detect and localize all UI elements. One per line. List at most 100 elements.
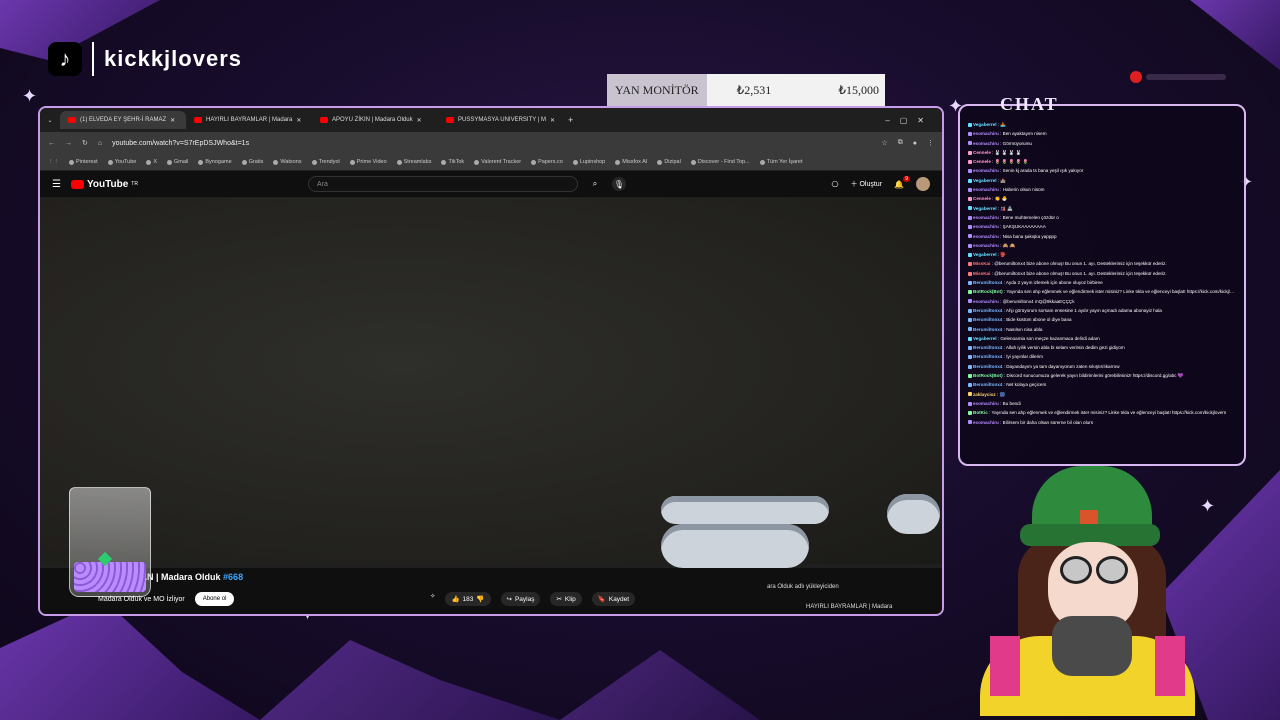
- chat-username[interactable]: Berumiltonx4: [973, 327, 1002, 332]
- share-button[interactable]: ↪ Paylaş: [500, 592, 541, 606]
- chat-message: esomachiru : 🙈 🙉: [968, 241, 1236, 250]
- bookmark-item[interactable]: Watsons: [273, 159, 302, 165]
- close-icon[interactable]: ✕: [550, 117, 555, 124]
- chat-username[interactable]: zaklaycioz: [973, 392, 996, 397]
- chat-text: : Bilirsem bir daha olsan sürerne bil ol…: [998, 419, 1094, 425]
- chat-username[interactable]: Berumiltonx4: [973, 280, 1002, 285]
- url-field[interactable]: youtube.com/watch?v=S7rEpDSJWho&t=1s: [112, 140, 871, 147]
- profile-icon[interactable]: ●: [913, 140, 917, 147]
- subscribe-button[interactable]: Abone ol: [194, 592, 235, 606]
- bookmark-item[interactable]: Pinterest: [69, 159, 98, 165]
- up-next-title[interactable]: HAYIRLI BAYRAMLAR | Madara: [806, 604, 892, 610]
- avatar-jacket-stripe: [990, 636, 1020, 696]
- video-number[interactable]: #668: [223, 572, 243, 582]
- chat-username[interactable]: BotRock(Bot): [973, 289, 1003, 294]
- bookmark-item[interactable]: X: [146, 159, 157, 165]
- chat-username[interactable]: Cennele: [973, 150, 991, 155]
- notifications-icon[interactable]: 🔔 9: [894, 175, 910, 189]
- bookmark-item[interactable]: TikTok: [441, 159, 464, 165]
- bookmark-item[interactable]: Valorent Tracker: [474, 159, 521, 165]
- chat-username[interactable]: esomachiru: [973, 401, 999, 406]
- window-controls[interactable]: –▢✕: [885, 116, 934, 125]
- hamburger-menu-icon[interactable]: ☰: [52, 179, 61, 190]
- close-icon[interactable]: ✕: [417, 117, 422, 124]
- bookmark-item[interactable]: Trendyol: [311, 159, 340, 165]
- like-button[interactable]: 👍 183 👎: [445, 592, 491, 606]
- bookmark-item[interactable]: Streamlabs: [396, 159, 431, 165]
- search-icon[interactable]: ⌕: [588, 177, 602, 191]
- chat-username[interactable]: esomachiru: [973, 420, 999, 425]
- chat-username[interactable]: Vegaberrel: [973, 336, 997, 341]
- bookmark-item[interactable]: Discover - Find Top...: [690, 159, 750, 165]
- chat-username[interactable]: esomachiru: [973, 234, 999, 239]
- chat-username[interactable]: Berumiltonx4: [973, 317, 1002, 322]
- bookmark-item[interactable]: Prime Video: [349, 159, 387, 165]
- chat-username[interactable]: Berumiltonx4: [973, 382, 1002, 387]
- back-icon[interactable]: ←: [48, 140, 55, 147]
- tab-3[interactable]: APOYU ZİKIN | Madara Olduk ✕: [312, 111, 438, 129]
- microphone-icon[interactable]: 🎙: [611, 177, 626, 191]
- bookmark-item[interactable]: Lupinshop: [572, 159, 605, 165]
- chat-username[interactable]: esomachiru: [973, 243, 999, 248]
- bookmark-item[interactable]: Bynogame: [198, 159, 232, 165]
- tab-1[interactable]: (1) ELVEDA EY ŞEHR-İ RAMAZ ✕: [60, 111, 186, 129]
- chat-username[interactable]: Berumiltonx4: [973, 354, 1002, 359]
- new-tab-icon[interactable]: +: [568, 115, 573, 125]
- chat-username[interactable]: MissKai: [973, 271, 990, 276]
- chat-username[interactable]: BotRock(Bot): [973, 373, 1003, 378]
- bookmark-item[interactable]: Tüm Yer İşaret: [759, 159, 802, 165]
- bookmark-star-icon[interactable]: ☆: [881, 139, 887, 147]
- chat-username[interactable]: Cennele: [973, 196, 991, 201]
- chat-username[interactable]: Vegaberrel: [973, 178, 997, 183]
- thumbs-down-icon[interactable]: 👎: [476, 595, 484, 603]
- chat-username[interactable]: Vegaberrel: [973, 122, 997, 127]
- youtube-play-icon: [70, 179, 84, 189]
- chat-username[interactable]: Berumiltonx4: [973, 308, 1002, 313]
- reload-icon[interactable]: ↻: [82, 139, 88, 147]
- bookmark-item[interactable]: Papers.co: [531, 159, 563, 165]
- cast-icon[interactable]: ⎔: [832, 180, 839, 189]
- ai-icon[interactable]: ✧: [430, 592, 435, 606]
- forward-icon[interactable]: →: [65, 140, 72, 147]
- bookmark-item[interactable]: Gratis: [241, 159, 263, 165]
- chat-username[interactable]: MissKai: [973, 261, 990, 266]
- avatar[interactable]: [916, 177, 930, 191]
- chat-username[interactable]: esomachiru: [973, 215, 999, 220]
- chat-username[interactable]: Vegaberrel: [973, 206, 997, 211]
- menu-icon[interactable]: ⋮: [927, 139, 934, 147]
- video-player[interactable]: [40, 198, 942, 614]
- extensions-icon[interactable]: ⧉: [898, 139, 903, 147]
- chat-username[interactable]: esomachiru: [973, 168, 999, 173]
- youtube-logo[interactable]: YouTube TR: [70, 179, 138, 190]
- bookmark-item[interactable]: Missfox AI: [615, 159, 647, 165]
- chat-username[interactable]: Vegaberrel: [973, 252, 997, 257]
- chat-username[interactable]: Cennele: [973, 159, 991, 164]
- tab-4[interactable]: PUSSYMASYA UNIVERSITY | M ✕: [438, 111, 564, 129]
- apps-icon[interactable]: ⋮⋮: [48, 159, 59, 165]
- chat-username[interactable]: esomachiru: [973, 141, 999, 146]
- user-badge-icon: [968, 252, 972, 257]
- close-icon[interactable]: ✕: [296, 117, 301, 124]
- search-input[interactable]: Ara: [307, 176, 578, 192]
- chat-username[interactable]: esomachiru: [973, 299, 999, 304]
- youtube-favicon-icon: [320, 117, 328, 123]
- close-icon[interactable]: ✕: [170, 117, 175, 124]
- brand: ♪ kickkjlovers: [48, 42, 242, 76]
- up-next-uploader[interactable]: ara Olduk adlı yükleyiciden: [767, 584, 839, 590]
- home-icon[interactable]: ⌂: [98, 140, 102, 147]
- bookmark-item[interactable]: Gmail: [167, 159, 188, 165]
- chat-username[interactable]: Berumiltonx4: [973, 364, 1002, 369]
- chat-username[interactable]: esomachiru: [973, 131, 999, 136]
- chat-username[interactable]: esomachiru: [973, 187, 999, 192]
- clip-button[interactable]: ✂ Klip: [550, 592, 582, 606]
- save-button[interactable]: 🔖 Kaydet: [591, 592, 636, 606]
- tab-list-icon[interactable]: ⌄: [40, 117, 60, 124]
- chat-username[interactable]: esomachiru: [973, 224, 999, 229]
- chat-username[interactable]: Berumiltonx4: [973, 345, 1002, 350]
- chat-text: : ŞAKŞUKAAAAAAAA: [998, 224, 1046, 230]
- tab-2[interactable]: HAYIRLI BAYRAMLAR | Madara ✕: [186, 111, 312, 129]
- chat-username[interactable]: BotKic: [973, 410, 988, 415]
- bookmark-item[interactable]: YouTube: [107, 159, 136, 165]
- bookmark-item[interactable]: Dizipal: [657, 159, 681, 165]
- create-button[interactable]: ＋ Oluştur: [851, 179, 883, 189]
